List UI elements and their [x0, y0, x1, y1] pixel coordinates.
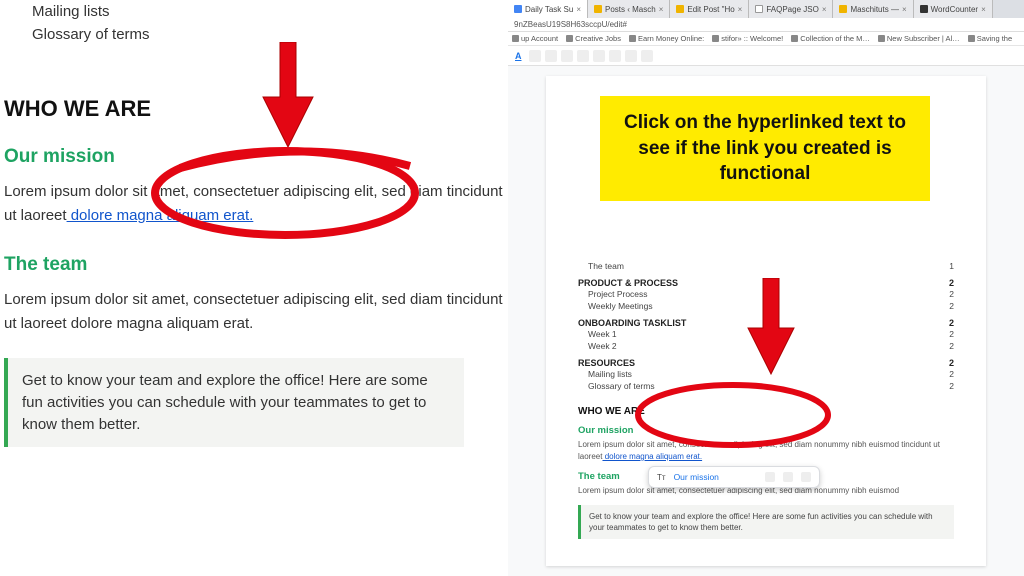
remove-link-icon[interactable]	[801, 472, 811, 482]
toolbar-icon[interactable]	[593, 50, 605, 62]
bookmark[interactable]: Collection of the M…	[791, 34, 870, 43]
browser-screenshot: Daily Task Su× Posts ‹ Masch× Edit Post …	[508, 0, 1024, 576]
toc-item: Glossary of terms	[4, 23, 508, 46]
team-heading: The team	[4, 254, 508, 276]
highlight-icon[interactable]	[529, 50, 541, 62]
browser-tab[interactable]: Maschituts —×	[833, 0, 913, 18]
browser-tabs: Daily Task Su× Posts ‹ Masch× Edit Post …	[508, 0, 1024, 18]
link-popover[interactable]: Tт Our mission	[648, 466, 820, 488]
toc-item: Mailing lists	[4, 0, 508, 23]
bookmarks-bar: up Account Creative Jobs Earn Money Onli…	[508, 32, 1024, 46]
toolbar-icon[interactable]	[641, 50, 653, 62]
bookmark[interactable]: Saving the	[968, 34, 1012, 43]
toolbar-icon[interactable]	[625, 50, 637, 62]
browser-tab[interactable]: Daily Task Su×	[508, 0, 588, 18]
browser-tab[interactable]: Posts ‹ Masch×	[588, 0, 670, 18]
text-color-icon[interactable]: A	[512, 51, 525, 61]
bookmark[interactable]: stifor» :: Welcome!	[712, 34, 783, 43]
edit-link-icon[interactable]	[783, 472, 793, 482]
red-arrow-icon	[258, 42, 318, 152]
insert-link-icon[interactable]	[545, 50, 557, 62]
url-bar[interactable]: 9nZBeasU19S8H63sccpU/edit#	[508, 18, 1024, 32]
red-arrow-icon	[746, 278, 796, 378]
toolbar-icon[interactable]	[577, 50, 589, 62]
doc-callout: Get to know your team and explore the of…	[578, 505, 954, 539]
popover-link-label[interactable]: Our mission	[674, 472, 719, 482]
section-heading: WHO WE ARE	[4, 96, 508, 122]
bookmark[interactable]: Earn Money Online:	[629, 34, 704, 43]
bookmark[interactable]: Creative Jobs	[566, 34, 621, 43]
docs-toolbar: A	[508, 46, 1024, 66]
toolbar-icon[interactable]	[609, 50, 621, 62]
toolbar-icon[interactable]	[561, 50, 573, 62]
bookmark[interactable]: up Account	[512, 34, 558, 43]
team-paragraph: Lorem ipsum dolor sit amet, consectetuer…	[4, 288, 508, 336]
browser-tab[interactable]: FAQPage JSO×	[749, 0, 833, 18]
browser-tab[interactable]: Edit Post "Ho×	[670, 0, 749, 18]
red-circle-annotation	[140, 138, 430, 248]
copy-link-icon[interactable]	[765, 472, 775, 482]
instruction-annotation: Click on the hyperlinked text to see if …	[600, 96, 930, 201]
callout-box: Get to know your team and explore the of…	[4, 358, 464, 447]
document-closeup: Mailing lists Glossary of terms WHO WE A…	[0, 0, 508, 576]
browser-tab[interactable]: WordCounter×	[914, 0, 993, 18]
bookmark[interactable]: New Subscriber | Al…	[878, 34, 960, 43]
red-circle-annotation	[628, 376, 838, 454]
